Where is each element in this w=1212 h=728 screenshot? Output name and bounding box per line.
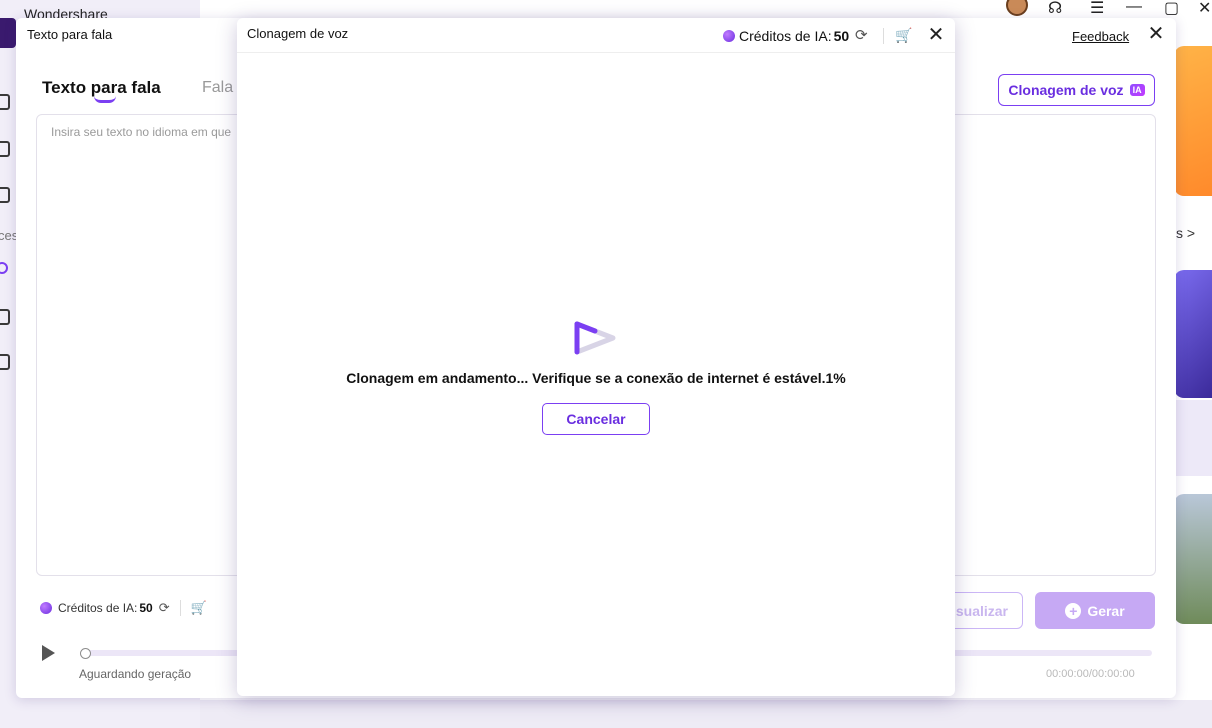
refresh-icon[interactable]: ⟳	[855, 26, 868, 44]
generate-label: Gerar	[1087, 602, 1125, 619]
ia-badge: IA	[1129, 84, 1145, 96]
preview-label: sualizar	[955, 602, 1008, 619]
dialog-title: Clonagem de voz	[247, 26, 349, 41]
loading-spinner-icon	[574, 321, 616, 355]
divider	[179, 600, 181, 616]
play-icon[interactable]	[42, 645, 55, 661]
cancel-label: Cancelar	[566, 411, 626, 427]
voice-clone-button[interactable]: Clonagem de voz IA	[998, 74, 1155, 106]
feedback-link[interactable]: Feedback	[1072, 29, 1129, 44]
see-more-link[interactable]: s >	[1176, 225, 1195, 241]
media-icon[interactable]	[0, 354, 10, 370]
avatar[interactable]	[1006, 0, 1028, 16]
refresh-icon[interactable]: ⟳	[159, 600, 170, 616]
window-title: Texto para fala	[27, 27, 113, 42]
dialog-credits-value: 50	[833, 28, 850, 44]
credits-display: Créditos de IA: 50 ⟳ 🛒	[40, 600, 207, 616]
template-thumbnail[interactable]	[1174, 494, 1212, 624]
headset-icon[interactable]: ☊	[1048, 0, 1062, 18]
close-icon[interactable]: ✕	[926, 24, 946, 46]
tab-text-to-speech[interactable]: Texto para fala	[42, 78, 161, 98]
progress-message: Clonagem em andamento... Verifique se a …	[346, 370, 846, 386]
template-thumbnail[interactable]	[1174, 270, 1212, 398]
promo-banner[interactable]	[1174, 46, 1212, 196]
app-logo	[0, 18, 16, 48]
credits-label: Créditos de IA:	[58, 601, 138, 615]
plus-icon: +	[1065, 602, 1082, 619]
generate-button[interactable]: + Gerar	[1035, 592, 1155, 629]
progress-handle[interactable]	[80, 648, 91, 659]
window-close-icon[interactable]: ✕	[1198, 0, 1211, 18]
playback-status: Aguardando geração	[79, 667, 192, 681]
cancel-button[interactable]: Cancelar	[542, 403, 650, 435]
divider	[883, 28, 884, 44]
template-card	[1174, 400, 1212, 476]
menu-icon[interactable]: ☰	[1090, 0, 1104, 18]
playback-time: 00:00:00/00:00:00	[1046, 668, 1135, 680]
folder-icon[interactable]	[0, 141, 10, 157]
tab-speech[interactable]: Fala	[202, 79, 233, 97]
voice-clone-label: Clonagem de voz	[1008, 82, 1124, 98]
bottom-strip	[200, 700, 1212, 728]
document-icon[interactable]	[0, 187, 10, 203]
cart-icon[interactable]: 🛒	[191, 600, 207, 616]
clip-icon[interactable]	[0, 309, 10, 325]
dialog-credits: Créditos de IA: 50	[723, 28, 849, 44]
cart-icon[interactable]: 🛒	[895, 27, 912, 44]
credits-value: 50	[139, 601, 153, 615]
dialog-credits-label: Créditos de IA:	[739, 28, 832, 44]
active-tab-indicator	[94, 96, 116, 103]
dialog-header: Clonagem de voz Créditos de IA: 50 ⟳ 🛒 ✕	[237, 18, 955, 53]
credit-coin-icon	[723, 30, 735, 42]
voice-clone-dialog: Clonagem de voz Créditos de IA: 50 ⟳ 🛒 ✕…	[237, 18, 955, 696]
credit-coin-icon	[40, 602, 52, 614]
minimize-icon[interactable]: —	[1126, 0, 1142, 16]
close-icon[interactable]: ✕	[1146, 24, 1166, 44]
home-icon[interactable]	[0, 94, 10, 110]
maximize-icon[interactable]: ▢	[1164, 0, 1179, 18]
text-input-placeholder: Insira seu texto no idioma em que	[51, 125, 232, 139]
